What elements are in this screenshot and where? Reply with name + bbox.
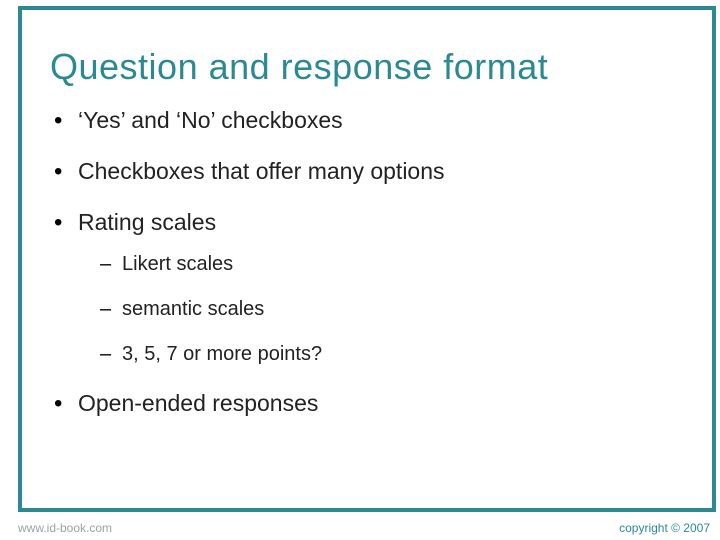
slide-body: ‘Yes’ and ‘No’ checkboxes Checkboxes tha… — [50, 106, 684, 418]
bullet-text: Checkboxes that offer many options — [78, 158, 445, 184]
slide-title: Question and response format — [50, 46, 712, 88]
footer-copyright: copyright © 2007 — [619, 521, 720, 535]
footer: www.id-book.com copyright © 2007 — [0, 516, 720, 540]
bullet-text: Open-ended responses — [78, 390, 318, 416]
bullet-text: semantic scales — [122, 298, 264, 320]
footer-url: www.id-book.com — [0, 521, 112, 535]
bullet-text: ‘Yes’ and ‘No’ checkboxes — [78, 107, 343, 133]
list-item: 3, 5, 7 or more points? — [100, 342, 684, 367]
list-item: ‘Yes’ and ‘No’ checkboxes — [50, 106, 684, 135]
bullet-text: 3, 5, 7 or more points? — [122, 343, 322, 365]
list-item: Likert scales — [100, 252, 684, 277]
list-item: semantic scales — [100, 297, 684, 322]
slide: Question and response format ‘Yes’ and ‘… — [0, 0, 720, 540]
sub-bullet-list: Likert scales semantic scales 3, 5, 7 or… — [100, 252, 684, 367]
bullet-text: Rating scales — [78, 209, 216, 235]
list-item: Checkboxes that offer many options — [50, 157, 684, 186]
slide-frame: Question and response format ‘Yes’ and ‘… — [18, 6, 716, 512]
list-item: Rating scales Likert scales semantic sca… — [50, 208, 684, 368]
list-item: Open-ended responses — [50, 389, 684, 418]
bullet-list: ‘Yes’ and ‘No’ checkboxes Checkboxes tha… — [50, 106, 684, 418]
bullet-text: Likert scales — [122, 253, 233, 275]
